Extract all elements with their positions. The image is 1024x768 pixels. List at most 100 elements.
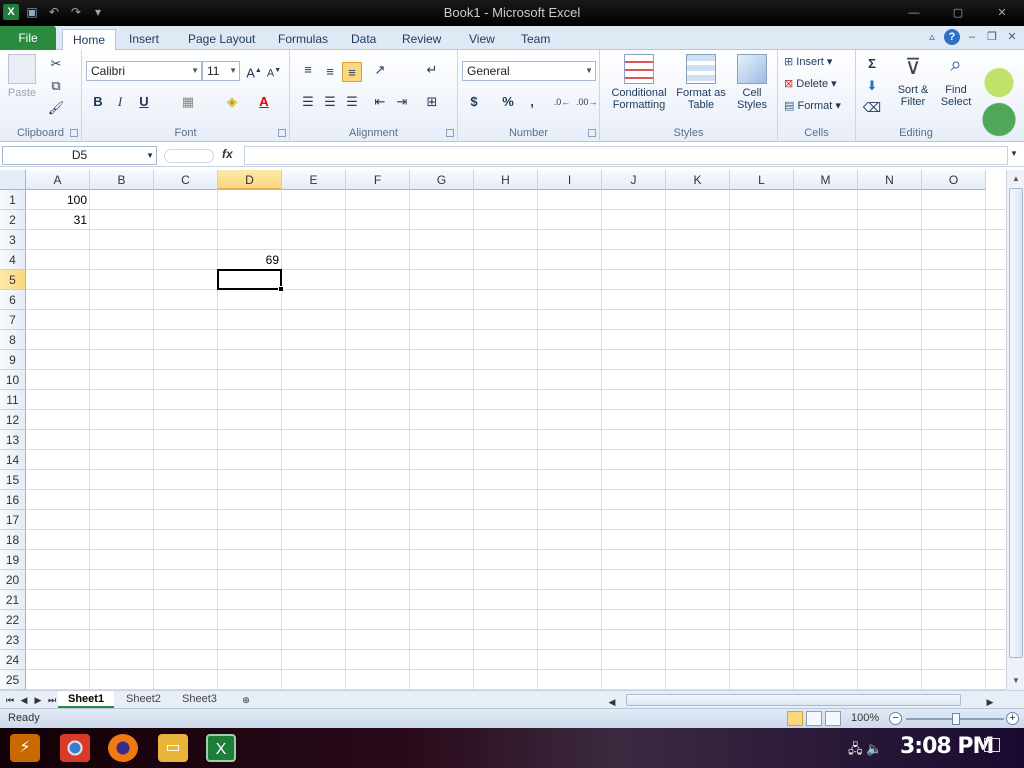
minimize-ribbon-icon[interactable]: ▵ bbox=[924, 29, 940, 45]
insert-cells-button[interactable]: ⊞ Insert ▾ bbox=[784, 55, 832, 68]
row-header-16[interactable]: 16 bbox=[0, 490, 26, 510]
increase-decimal-icon[interactable]: .0← bbox=[552, 92, 572, 112]
row-header-13[interactable]: 13 bbox=[0, 430, 26, 450]
name-box[interactable]: D5 ▼ bbox=[2, 146, 157, 165]
row-header-18[interactable]: 18 bbox=[0, 530, 26, 550]
start-menu-icon[interactable]: ⚡ bbox=[10, 734, 40, 762]
row-header-23[interactable]: 23 bbox=[0, 630, 26, 650]
vertical-scrollbar[interactable]: ▲ ▼ bbox=[1006, 170, 1024, 690]
scroll-up-icon[interactable]: ▲ bbox=[1009, 172, 1023, 186]
row-header-9[interactable]: 9 bbox=[0, 350, 26, 370]
row-header-15[interactable]: 15 bbox=[0, 470, 26, 490]
find-select-button[interactable]: ⌕ Find Select bbox=[936, 54, 976, 108]
row-header-10[interactable]: 10 bbox=[0, 370, 26, 390]
decrease-indent-icon[interactable]: ⇤ bbox=[370, 92, 390, 112]
zoom-level[interactable]: 100% bbox=[851, 712, 879, 724]
font-size-select[interactable]: 11 ▼ bbox=[202, 61, 240, 81]
format-cells-button[interactable]: ▤ Format ▾ bbox=[784, 99, 841, 112]
zoom-out-icon[interactable]: − bbox=[889, 712, 902, 725]
insert-function-icon[interactable]: fx bbox=[222, 147, 233, 161]
maximize-icon[interactable]: ▢ bbox=[936, 0, 980, 26]
select-all-corner[interactable] bbox=[0, 170, 26, 190]
insert-sheet-icon[interactable]: ⊕ bbox=[238, 693, 254, 707]
row-header-19[interactable]: 19 bbox=[0, 550, 26, 570]
row-header-21[interactable]: 21 bbox=[0, 590, 26, 610]
merge-center-icon[interactable]: ⊞ bbox=[422, 92, 442, 112]
italic-button[interactable]: I bbox=[110, 92, 130, 112]
row-header-20[interactable]: 20 bbox=[0, 570, 26, 590]
format-painter-icon[interactable]: 🖌 bbox=[46, 98, 66, 118]
row-header-17[interactable]: 17 bbox=[0, 510, 26, 530]
prev-sheet-icon[interactable]: ◀ bbox=[18, 693, 30, 707]
chrome-icon[interactable] bbox=[60, 734, 90, 762]
row-header-1[interactable]: 1 bbox=[0, 190, 26, 210]
conditional-formatting-button[interactable]: Conditional Formatting bbox=[604, 54, 674, 111]
row-header-14[interactable]: 14 bbox=[0, 450, 26, 470]
scroll-down-icon[interactable]: ▼ bbox=[1009, 674, 1023, 688]
column-header-h[interactable]: H bbox=[474, 170, 538, 190]
sort-filter-button[interactable]: ⊽ Sort & Filter bbox=[892, 54, 934, 108]
font-family-select[interactable]: Calibri ▼ bbox=[86, 61, 202, 81]
file-explorer-icon[interactable]: ▭ bbox=[158, 734, 188, 762]
column-header-l[interactable]: L bbox=[730, 170, 794, 190]
shrink-font-icon[interactable]: A▼ bbox=[264, 61, 284, 81]
tab-data[interactable]: Data bbox=[341, 29, 386, 50]
row-header-8[interactable]: 8 bbox=[0, 330, 26, 350]
help-icon[interactable]: ? bbox=[944, 29, 960, 45]
row-header-5[interactable]: 5 bbox=[0, 270, 26, 290]
row-header-6[interactable]: 6 bbox=[0, 290, 26, 310]
minimize-icon[interactable]: — bbox=[892, 0, 936, 26]
tab-team[interactable]: Team bbox=[511, 29, 560, 50]
column-header-f[interactable]: F bbox=[346, 170, 410, 190]
cell-a1[interactable]: 100 bbox=[26, 190, 89, 210]
tab-view[interactable]: View bbox=[459, 29, 505, 50]
tab-home[interactable]: Home bbox=[62, 29, 117, 50]
comma-button[interactable]: , bbox=[522, 92, 542, 112]
tab-file[interactable]: File bbox=[0, 26, 56, 50]
doc-minimize-icon[interactable]: – bbox=[964, 29, 980, 45]
fill-handle[interactable] bbox=[278, 286, 284, 292]
align-top-icon[interactable]: ≡ bbox=[298, 60, 318, 80]
active-cell-cursor[interactable] bbox=[217, 269, 284, 292]
formula-bar-options-icon[interactable] bbox=[164, 149, 214, 163]
scroll-right-icon[interactable]: ▶ bbox=[984, 695, 996, 709]
formula-input[interactable] bbox=[244, 146, 1008, 165]
cut-icon[interactable]: ✂ bbox=[46, 54, 66, 74]
zoom-slider[interactable] bbox=[906, 713, 1004, 725]
underline-button[interactable]: U bbox=[134, 92, 154, 112]
scroll-left-icon[interactable]: ◀ bbox=[606, 695, 618, 709]
percent-button[interactable]: % bbox=[498, 92, 518, 112]
page-break-view-icon[interactable] bbox=[825, 711, 841, 726]
row-header-7[interactable]: 7 bbox=[0, 310, 26, 330]
row-header-3[interactable]: 3 bbox=[0, 230, 26, 250]
zoom-slider-knob[interactable] bbox=[952, 713, 960, 725]
horizontal-scroll-thumb[interactable] bbox=[626, 694, 961, 706]
wrap-text-icon[interactable]: ↵ bbox=[422, 60, 442, 80]
worksheet-grid[interactable]: A B C D E F G H I J K L M N O 1 2 3 4 5 6 7 8 9 10 11 12 13 14 15 16 17… bbox=[0, 170, 1005, 690]
row-header-2[interactable]: 2 bbox=[0, 210, 26, 230]
column-header-o[interactable]: O bbox=[922, 170, 986, 190]
doc-close-icon[interactable]: ✕ bbox=[1004, 29, 1020, 45]
firefox-icon[interactable] bbox=[108, 734, 138, 762]
next-sheet-icon[interactable]: ▶ bbox=[32, 693, 44, 707]
tab-page-layout[interactable]: Page Layout bbox=[178, 29, 265, 50]
fill-icon[interactable]: ⬇ bbox=[862, 76, 882, 96]
cell-d4[interactable]: 69 bbox=[218, 250, 281, 270]
column-header-m[interactable]: M bbox=[794, 170, 858, 190]
fill-color-icon[interactable]: ◈ bbox=[222, 92, 242, 112]
page-layout-view-icon[interactable] bbox=[806, 711, 822, 726]
row-header-11[interactable]: 11 bbox=[0, 390, 26, 410]
column-header-k[interactable]: K bbox=[666, 170, 730, 190]
currency-button[interactable]: $ bbox=[464, 92, 484, 112]
excel-taskbar-icon[interactable]: X bbox=[206, 734, 236, 762]
tab-formulas[interactable]: Formulas bbox=[268, 29, 338, 50]
column-header-n[interactable]: N bbox=[858, 170, 922, 190]
align-center-icon[interactable]: ☰ bbox=[320, 92, 340, 112]
clipboard-launcher-icon[interactable] bbox=[70, 129, 78, 137]
system-tray-icons[interactable]: 🖧 🔈 bbox=[848, 740, 882, 762]
tab-review[interactable]: Review bbox=[392, 29, 451, 50]
normal-view-icon[interactable] bbox=[787, 711, 803, 726]
notification-icon[interactable] bbox=[984, 738, 1000, 752]
alignment-launcher-icon[interactable] bbox=[446, 129, 454, 137]
font-color-icon[interactable]: A bbox=[254, 92, 274, 112]
